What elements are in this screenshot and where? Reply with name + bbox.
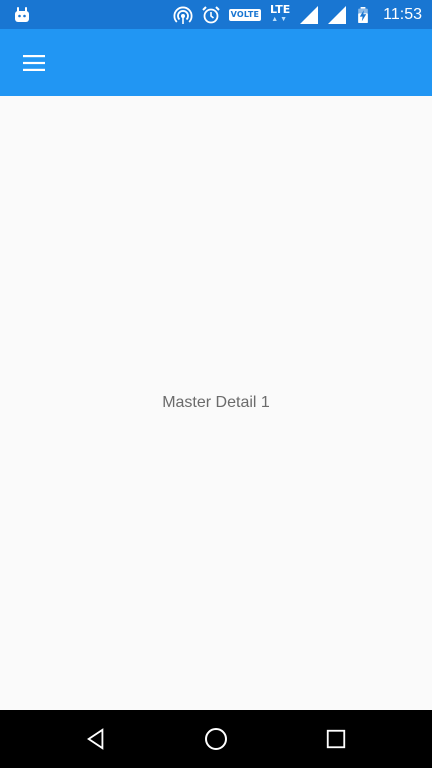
home-button[interactable]: [201, 724, 231, 754]
data-arrows-icon: ▲▼: [271, 15, 290, 23]
volte-icon: VOLTE: [228, 8, 262, 21]
recents-button[interactable]: [321, 724, 351, 754]
recents-icon: [326, 729, 346, 749]
hamburger-menu-button[interactable]: [14, 43, 54, 83]
hamburger-menu-icon: [23, 55, 45, 71]
lte-label: LTE: [270, 2, 291, 16]
signal-icon: [299, 5, 319, 25]
lte-icon: LTE ▲▼: [269, 2, 291, 26]
android-notification-icon: [12, 5, 32, 25]
hotspot-icon: [173, 5, 193, 25]
detail-content: Master Detail 1: [0, 96, 432, 710]
status-icons: VOLTE LTE ▲▼ 11:53: [173, 0, 422, 29]
app-bar: [0, 29, 432, 96]
battery-charging-icon: [355, 4, 371, 26]
back-icon: [87, 728, 104, 750]
back-button[interactable]: [81, 724, 111, 754]
detail-text: Master Detail 1: [162, 394, 270, 411]
home-icon: [205, 728, 227, 750]
signal-icon-2: [327, 5, 347, 25]
status-bar: VOLTE LTE ▲▼ 11:53: [0, 0, 432, 29]
clock: 11:53: [383, 5, 422, 23]
alarm-icon: [201, 5, 221, 25]
navigation-bar: [0, 710, 432, 768]
